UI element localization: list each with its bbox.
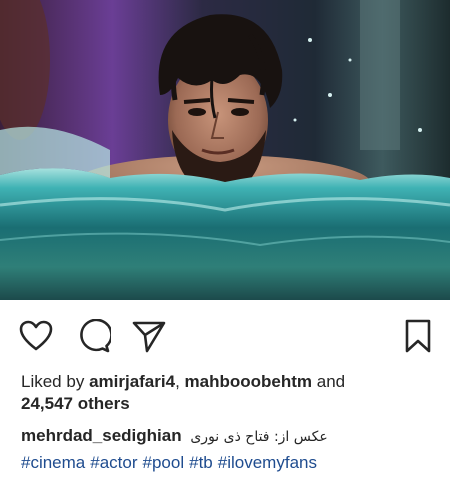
paper-plane-icon	[132, 321, 166, 353]
post-caption: mehrdad_sedighian عکس از: فتاح ذی نوری	[21, 425, 441, 448]
hashtag-list: #cinema #actor #pool #tb #ilovemyfans	[21, 452, 441, 474]
save-button[interactable]	[400, 318, 436, 354]
comment-bubble-icon	[80, 319, 111, 353]
likes-summary: Liked by amirjafari4, mahbooobehtm and 2…	[21, 371, 441, 415]
likes-suffix[interactable]: others	[78, 394, 130, 413]
bookmark-icon	[405, 319, 431, 353]
share-button[interactable]	[131, 318, 167, 354]
likes-separator: ,	[175, 372, 180, 391]
like-button[interactable]	[18, 318, 54, 354]
comment-button[interactable]	[76, 318, 112, 354]
post-action-bar	[0, 312, 450, 358]
likes-prefix: Liked by	[21, 372, 85, 391]
likes-count[interactable]: 24,547	[21, 394, 73, 413]
heart-icon	[19, 320, 53, 351]
hashtag-pool[interactable]: #pool	[143, 453, 185, 472]
hashtag-ilovemyfans[interactable]: #ilovemyfans	[218, 453, 317, 472]
caption-text: عکس از: فتاح ذی نوری	[190, 429, 328, 445]
hashtag-actor[interactable]: #actor	[90, 453, 137, 472]
post-photo[interactable]	[0, 0, 450, 300]
liker-username-1[interactable]: amirjafari4	[89, 372, 175, 391]
pool-portrait-image	[0, 0, 450, 300]
liker-username-2[interactable]: mahbooobehtm	[185, 372, 313, 391]
likes-conjunction: and	[316, 372, 346, 391]
hashtag-cinema[interactable]: #cinema	[21, 453, 85, 472]
caption-author[interactable]: mehrdad_sedighian	[21, 426, 182, 445]
hashtag-tb[interactable]: #tb	[189, 453, 213, 472]
